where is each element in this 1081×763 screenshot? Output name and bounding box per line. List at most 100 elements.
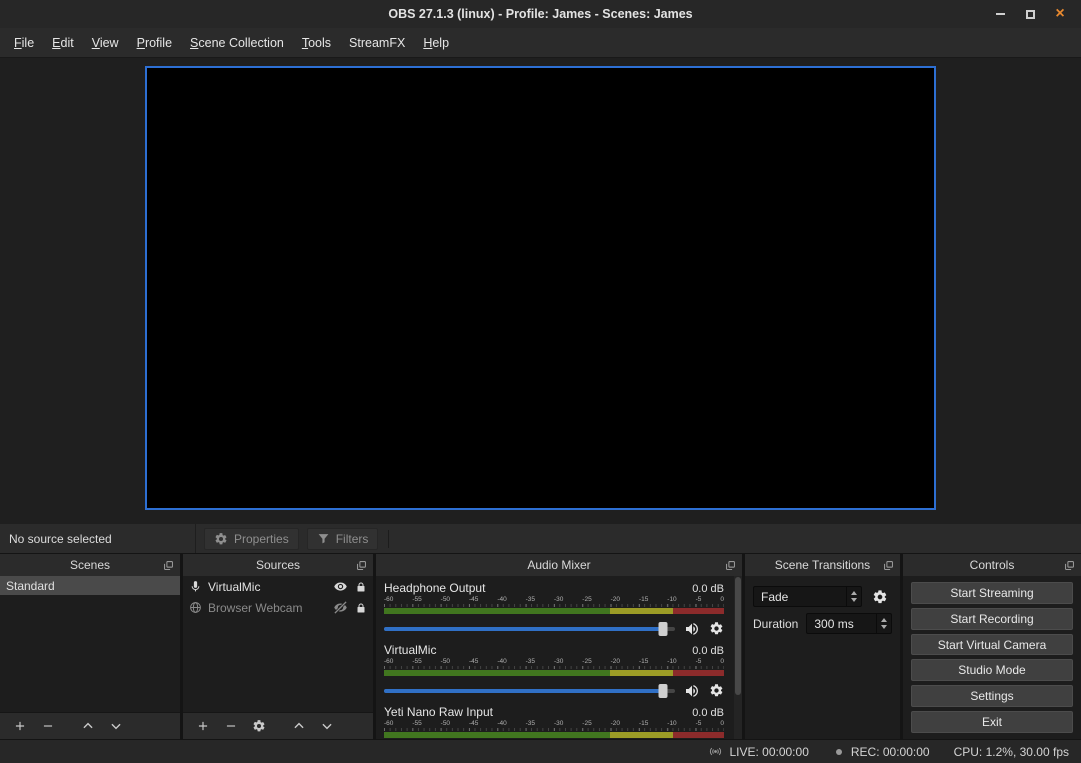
settings-button[interactable]: Settings: [911, 685, 1073, 707]
mixer-channel-level: 0.0 dB: [692, 583, 724, 595]
menu-profile[interactable]: Profile: [128, 31, 181, 55]
gear-icon: [872, 589, 888, 605]
remove-scene-button[interactable]: [36, 715, 59, 737]
duration-input[interactable]: 300 ms: [806, 613, 892, 634]
db-scale-label: -5: [696, 720, 702, 728]
source-toolbar: No source selected Properties Filters: [0, 524, 1081, 554]
sources-header[interactable]: Sources: [183, 554, 373, 576]
db-scale-label: -30: [554, 658, 563, 666]
filters-button[interactable]: Filters: [307, 528, 379, 550]
close-button[interactable]: ×: [1045, 0, 1075, 28]
db-scale-label: 0: [720, 720, 724, 728]
lock-icon[interactable]: [355, 602, 367, 614]
start-recording-button[interactable]: Start Recording: [911, 608, 1073, 630]
speaker-icon[interactable]: [684, 683, 700, 699]
db-scale-label: -35: [526, 658, 535, 666]
scenes-header[interactable]: Scenes: [0, 554, 180, 576]
db-scale-label: -5: [696, 658, 702, 666]
source-down-button[interactable]: [315, 715, 338, 737]
db-tick-marks: [384, 604, 724, 607]
scene-down-button[interactable]: [104, 715, 127, 737]
gear-icon[interactable]: [709, 621, 724, 636]
gear-icon[interactable]: [709, 683, 724, 698]
speaker-icon[interactable]: [684, 621, 700, 637]
menu-file[interactable]: File: [5, 31, 43, 55]
mixer-slider-row: [384, 683, 724, 698]
visibility-icon[interactable]: [333, 579, 348, 594]
volume-slider-fill: [384, 627, 663, 631]
menu-streamfx[interactable]: StreamFX: [340, 31, 414, 55]
source-up-button[interactable]: [287, 715, 310, 737]
scenes-popout-button[interactable]: [160, 557, 176, 573]
combo-spinner[interactable]: [846, 587, 861, 606]
db-scale-label: -30: [554, 596, 563, 604]
volume-slider-handle[interactable]: [659, 684, 668, 698]
start-streaming-button[interactable]: Start Streaming: [911, 582, 1073, 604]
controls-header[interactable]: Controls: [903, 554, 1081, 576]
menu-tools[interactable]: Tools: [293, 31, 340, 55]
source-item-controls: [333, 600, 367, 615]
popout-icon: [883, 560, 894, 571]
mixer-popout-button[interactable]: [722, 557, 738, 573]
transition-select[interactable]: Fade: [753, 586, 862, 607]
controls-popout-button[interactable]: [1061, 557, 1077, 573]
db-scale-label: -40: [497, 658, 506, 666]
duration-spinner[interactable]: [876, 614, 891, 633]
broadcast-icon: [708, 744, 723, 759]
menu-edit[interactable]: Edit: [43, 31, 83, 55]
popout-icon: [725, 560, 736, 571]
popout-icon: [1064, 560, 1075, 571]
window-title: OBS 27.1.3 (linux) - Profile: James - Sc…: [388, 7, 692, 21]
menu-scene-collection[interactable]: Scene Collection: [181, 31, 293, 55]
volume-meter: [384, 608, 724, 614]
mixer-channel-name: Headphone Output: [384, 581, 485, 595]
dock-area: Scenes Standard Sources VirtualMic: [0, 554, 1081, 739]
plus-icon: [13, 719, 27, 733]
volume-slider-handle[interactable]: [659, 622, 668, 636]
scenes-toolbar: [0, 712, 180, 739]
remove-source-button[interactable]: [219, 715, 242, 737]
volume-slider[interactable]: [384, 627, 675, 631]
preview-canvas[interactable]: [145, 66, 936, 510]
sources-popout-button[interactable]: [353, 557, 369, 573]
controls-title: Controls: [970, 558, 1015, 572]
start-virtual-camera-button[interactable]: Start Virtual Camera: [911, 634, 1073, 656]
source-item[interactable]: Browser Webcam: [183, 597, 373, 618]
scene-transitions-title: Scene Transitions: [775, 558, 870, 572]
visibility-off-icon[interactable]: [333, 600, 348, 615]
studio-mode-button[interactable]: Studio Mode: [911, 659, 1073, 681]
statusbar: LIVE: 00:00:00 REC: 00:00:00 CPU: 1.2%, …: [0, 739, 1081, 763]
audio-mixer-body: Headphone Output 0.0 dB -60-55-50-45-40-…: [376, 576, 742, 739]
spin-down-icon: [851, 598, 857, 602]
rec-status: REC: 00:00:00: [851, 745, 930, 759]
transition-selected-value: Fade: [761, 590, 788, 604]
add-scene-button[interactable]: [8, 715, 31, 737]
titlebar[interactable]: OBS 27.1.3 (linux) - Profile: James - Sc…: [0, 0, 1081, 28]
exit-button[interactable]: Exit: [911, 711, 1073, 733]
mixer-scrollbar[interactable]: [734, 576, 742, 739]
properties-button[interactable]: Properties: [204, 528, 299, 550]
db-scale-label: -35: [526, 596, 535, 604]
add-source-button[interactable]: [191, 715, 214, 737]
maximize-button[interactable]: [1015, 0, 1045, 28]
source-properties-button[interactable]: [247, 715, 270, 737]
scene-transitions-header[interactable]: Scene Transitions: [745, 554, 900, 576]
mixer-scrollbar-handle[interactable]: [735, 577, 741, 695]
audio-mixer-header[interactable]: Audio Mixer: [376, 554, 742, 576]
audio-mixer-panel: Audio Mixer Headphone Output 0.0 dB -60-…: [376, 554, 742, 739]
scene-item[interactable]: Standard: [0, 576, 180, 595]
transition-properties-button[interactable]: [868, 586, 892, 607]
scenes-title: Scenes: [70, 558, 110, 572]
minimize-button[interactable]: [985, 0, 1015, 28]
scene-up-button[interactable]: [76, 715, 99, 737]
spin-up-icon: [851, 591, 857, 595]
mixer-slider-row: [384, 621, 724, 636]
lock-icon[interactable]: [355, 581, 367, 593]
menu-view[interactable]: View: [83, 31, 128, 55]
volume-slider[interactable]: [384, 689, 675, 693]
menu-help[interactable]: Help: [414, 31, 458, 55]
source-item[interactable]: VirtualMic: [183, 576, 373, 597]
db-scale-label: -50: [441, 720, 450, 728]
transitions-popout-button[interactable]: [880, 557, 896, 573]
properties-label: Properties: [234, 532, 289, 546]
